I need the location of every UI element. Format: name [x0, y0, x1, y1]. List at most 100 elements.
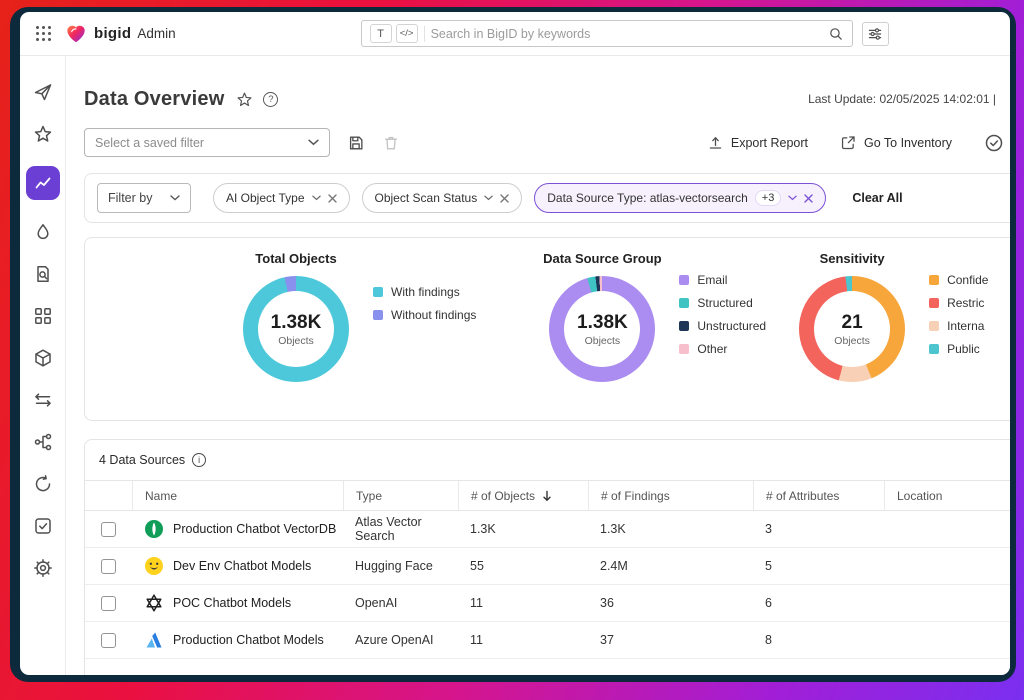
sync-icon[interactable]	[33, 474, 53, 494]
table-row[interactable]: Production Chatbot Models Azure OpenAI 1…	[85, 622, 1010, 659]
chevron-down-icon	[312, 195, 321, 201]
legend-swatch	[679, 321, 689, 331]
advanced-search-button[interactable]	[862, 22, 889, 46]
chart-title: Total Objects	[255, 251, 336, 266]
last-update-text: Last Update: 02/05/2025 14:02:01 |	[808, 92, 996, 106]
column-header-attributes: # of Attributes	[766, 489, 839, 503]
table-row[interactable]: Dev Env Chatbot Models Hugging Face 55 2…	[85, 548, 1010, 585]
data-source-name[interactable]: Dev Env Chatbot Models	[173, 559, 311, 573]
row-checkbox[interactable]	[101, 596, 116, 611]
query-search-mode-button[interactable]: </>	[396, 24, 418, 43]
filter-chip-ai-object-type[interactable]: AI Object Type	[213, 183, 350, 213]
tasks-icon[interactable]	[33, 516, 53, 536]
settings-gear-icon[interactable]	[33, 558, 53, 578]
column-header-name: Name	[145, 489, 177, 503]
donut-center-value: 1.38K	[271, 312, 322, 334]
filter-panel: Filter by AI Object Type Object Scan Sta…	[84, 173, 1010, 223]
info-icon[interactable]: i	[192, 453, 206, 467]
sensitivity-donut[interactable]: 21 Objects	[799, 276, 905, 382]
filter-chip-object-scan-status[interactable]: Object Scan Status	[362, 183, 523, 213]
atlas-vector-search-icon	[144, 519, 164, 539]
sidebar-item-data-overview-active[interactable]	[26, 166, 60, 200]
column-header-type: Type	[356, 489, 382, 503]
text-search-mode-button[interactable]: T	[370, 24, 392, 43]
data-source-name[interactable]: POC Chatbot Models	[173, 596, 291, 610]
data-sources-icon[interactable]	[33, 348, 53, 368]
go-to-inventory-button[interactable]: Go To Inventory	[840, 134, 952, 151]
legend: Confide Restric Interna Public	[929, 273, 988, 356]
filter-chip-data-source-type[interactable]: Data Source Type: atlas-vectorsearch +3	[534, 183, 826, 213]
total-objects-donut[interactable]: 1.38K Objects	[243, 276, 349, 382]
column-header-objects: # of Objects	[471, 489, 535, 503]
legend-swatch	[679, 275, 689, 285]
chart-title: Sensitivity	[820, 251, 885, 266]
header-checkbox-cell	[85, 481, 132, 510]
chevron-down-icon	[788, 195, 797, 201]
discovery-icon[interactable]	[33, 264, 53, 284]
save-filter-icon[interactable]	[347, 134, 365, 152]
search-placeholder: Search in BigID by keywords	[431, 27, 828, 41]
charts-panel: Total Objects 1.38K Objects With finding…	[84, 237, 1010, 421]
row-checkbox[interactable]	[101, 559, 116, 574]
help-icon[interactable]: ?	[263, 92, 278, 107]
legend-swatch	[679, 298, 689, 308]
chevron-down-icon	[484, 195, 493, 201]
legend: Email Structured Unstructured Other	[679, 273, 766, 356]
data-source-name[interactable]: Production Chatbot VectorDB	[173, 522, 336, 536]
donut-center-value: 21	[842, 312, 863, 334]
global-search-input[interactable]: T </> Search in BigID by keywords	[361, 20, 853, 47]
search-divider	[424, 26, 425, 42]
more-filters-badge[interactable]: +3	[755, 190, 782, 206]
chevron-down-icon	[308, 139, 319, 146]
risk-icon[interactable]	[33, 222, 53, 242]
legend-swatch	[929, 275, 939, 285]
donut-center-value: 1.38K	[577, 312, 628, 334]
getting-started-icon[interactable]	[33, 82, 53, 102]
brand-name: bigid	[94, 25, 131, 42]
top-bar: bigid Admin T </> Search in BigID by key…	[20, 12, 1010, 56]
favorite-star-icon[interactable]	[236, 91, 253, 108]
catalog-icon[interactable]	[33, 306, 53, 326]
sort-desc-icon	[542, 490, 552, 502]
donut-center-label: Objects	[834, 335, 870, 347]
sensitivity-chart: Sensitivity 21 Objects Confide Restric I…	[791, 251, 988, 420]
legend-swatch	[679, 344, 689, 354]
filter-by-dropdown[interactable]: Filter by	[97, 183, 191, 213]
row-checkbox[interactable]	[101, 633, 116, 648]
openai-icon	[144, 593, 164, 613]
main-content: Data Overview ? Last Update: 02/05/2025 …	[66, 56, 1010, 675]
close-icon	[328, 194, 337, 203]
column-header-location: Location	[897, 489, 942, 503]
total-objects-chart: Total Objects 1.38K Objects With finding…	[235, 251, 476, 420]
product-name: Admin	[137, 26, 175, 41]
table-summary: 4 Data Sources	[99, 453, 185, 467]
chart-title: Data Source Group	[543, 251, 661, 266]
pipelines-icon[interactable]	[33, 432, 53, 452]
saved-filter-select[interactable]: Select a saved filter	[84, 128, 330, 157]
transfer-icon[interactable]	[33, 390, 53, 410]
table-row[interactable]: POC Chatbot Models OpenAI 11 36 6	[85, 585, 1010, 622]
search-icon[interactable]	[828, 26, 844, 42]
column-header-findings: # of Findings	[601, 489, 670, 503]
data-source-group-chart: Data Source Group 1.38K Objects Email St…	[541, 251, 766, 420]
favorites-icon[interactable]	[33, 124, 53, 144]
policy-check-icon[interactable]	[984, 133, 1004, 153]
export-report-button[interactable]: Export Report	[707, 134, 808, 151]
row-checkbox[interactable]	[101, 522, 116, 537]
data-source-group-donut[interactable]: 1.38K Objects	[549, 276, 655, 382]
donut-center-label: Objects	[585, 335, 621, 347]
clear-all-button[interactable]: Clear All	[852, 191, 902, 205]
delete-filter-icon[interactable]	[382, 134, 400, 152]
legend-swatch	[373, 287, 383, 297]
legend-swatch	[373, 310, 383, 320]
table-row[interactable]: Production Chatbot VectorDB Atlas Vector…	[85, 511, 1010, 548]
legend-swatch	[929, 298, 939, 308]
chevron-down-icon	[170, 195, 180, 201]
app-launcher-icon[interactable]	[36, 26, 51, 41]
bigid-logo-icon	[65, 23, 87, 45]
legend-swatch	[929, 321, 939, 331]
donut-center-label: Objects	[278, 335, 314, 347]
brand-logo-group[interactable]: bigid Admin	[65, 23, 176, 45]
close-icon	[500, 194, 509, 203]
data-source-name[interactable]: Production Chatbot Models	[173, 633, 324, 647]
